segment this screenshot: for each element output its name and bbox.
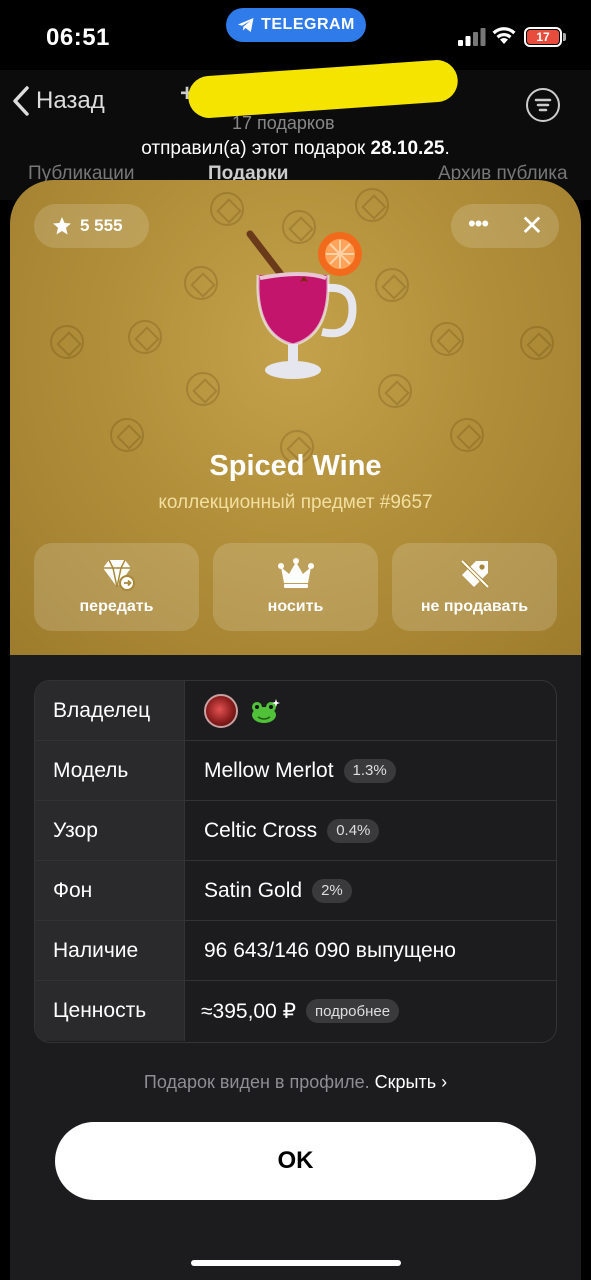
stars-price-pill[interactable]: 5 555 <box>34 204 149 248</box>
battery-icon: 17 <box>524 27 562 47</box>
pattern-celtic-icon <box>50 325 84 359</box>
sent-info: отправил(а) этот подарок 28.10.25. <box>0 138 591 160</box>
status-bar: 06:51 TELEGRAM 17 <box>0 0 591 70</box>
chevron-left-icon <box>13 86 29 116</box>
pattern-value: Celtic Cross <box>204 818 318 842</box>
table-row-background: Фон Satin Gold 2% <box>35 861 556 921</box>
table-row-value: Ценность ≈395,00 ₽ подробнее <box>35 981 556 1041</box>
sent-suffix: . <box>444 138 450 159</box>
pattern-label: Узор <box>35 801 185 860</box>
pattern-celtic-icon <box>378 374 412 408</box>
unlist-label: не продавать <box>420 598 529 615</box>
sent-text: отправил(а) этот подарок <box>141 138 371 159</box>
availability-label: Наличие <box>35 921 185 980</box>
table-row-owner: Владелец <box>35 681 556 741</box>
pattern-celtic-icon <box>520 326 554 360</box>
background-value: Satin Gold <box>204 878 303 902</box>
unlist-tag-icon <box>460 559 489 589</box>
transfer-button[interactable]: передать <box>34 543 199 631</box>
pattern-celtic-icon <box>110 418 144 452</box>
transfer-gem-icon <box>102 559 135 591</box>
table-row-model: Модель Mellow Merlot 1.3% <box>35 741 556 801</box>
more-icon[interactable]: ••• <box>465 213 491 238</box>
telegram-pill[interactable]: TELEGRAM <box>226 8 366 42</box>
stars-value: 5 555 <box>80 216 123 235</box>
sent-date: 28.10.25 <box>370 138 445 159</box>
transfer-label: передать <box>79 598 154 615</box>
frog-emoji-icon <box>252 698 280 723</box>
pattern-value-cell[interactable]: Celtic Cross 0.4% <box>185 801 556 860</box>
filter-lines-icon <box>534 98 552 112</box>
visibility-note-text: Подарок виден в профиле. <box>143 1072 375 1092</box>
gift-title: Spiced Wine <box>209 450 382 482</box>
sheet-top-actions: ••• ✕ <box>451 204 559 248</box>
wear-label: носить <box>267 598 324 615</box>
telegram-icon <box>238 18 254 32</box>
pattern-celtic-icon <box>375 268 409 302</box>
ok-button[interactable]: OK <box>55 1122 536 1200</box>
visibility-note: Подарок виден в профиле. Скрыть › <box>10 1072 581 1093</box>
filter-icon[interactable] <box>526 88 560 122</box>
pattern-celtic-icon <box>128 320 162 354</box>
chevron-right-icon: › <box>441 1072 448 1092</box>
pattern-celtic-icon <box>450 418 484 452</box>
value-amount: ≈395,00 ₽ <box>201 999 296 1023</box>
back-label: Назад <box>36 87 105 114</box>
model-rarity-badge: 1.3% <box>343 758 396 783</box>
unlist-button[interactable]: не продавать <box>392 543 557 631</box>
pattern-celtic-icon <box>186 372 220 406</box>
telegram-pill-label: TELEGRAM <box>261 16 355 33</box>
battery-level: 17 <box>527 30 559 44</box>
star-icon <box>53 217 71 235</box>
pattern-rarity-badge: 0.4% <box>327 818 380 843</box>
model-value: Mellow Merlot <box>204 758 334 782</box>
background-value-cell[interactable]: Satin Gold 2% <box>185 861 556 920</box>
availability-value-cell: 96 643/146 090 выпущено <box>185 921 556 980</box>
details-button[interactable]: подробнее <box>305 999 400 1023</box>
gifts-count: 17 подарков <box>232 113 335 133</box>
back-button[interactable]: Назад <box>12 86 105 116</box>
gift-info-table: Владелец Модель Mellow Merlot 1.3% Узор <box>34 680 557 1043</box>
close-icon[interactable]: ✕ <box>519 212 545 240</box>
owner-value[interactable] <box>185 681 556 740</box>
hide-link-label: Скрыть <box>374 1072 437 1092</box>
gift-sheet: 5 555 ••• ✕ Spiced Wine коллекционный пр… <box>10 180 581 1280</box>
crown-icon <box>277 558 314 588</box>
model-value-cell[interactable]: Mellow Merlot 1.3% <box>185 741 556 800</box>
background-rarity-badge: 2% <box>312 878 352 903</box>
table-row-availability: Наличие 96 643/146 090 выпущено <box>35 921 556 981</box>
owner-avatar[interactable] <box>204 693 238 728</box>
status-time: 06:51 <box>46 24 110 51</box>
hide-link[interactable]: Скрыть › <box>375 1072 447 1092</box>
signal-icon <box>458 28 486 46</box>
home-indicator[interactable] <box>191 1260 401 1266</box>
battery-tip <box>563 33 566 41</box>
wifi-icon <box>492 27 516 44</box>
owner-label: Владелец <box>35 681 185 740</box>
model-label: Модель <box>35 741 185 800</box>
pattern-celtic-icon <box>184 266 218 300</box>
value-value-cell: ≈395,00 ₽ подробнее <box>185 981 556 1041</box>
gift-subtitle: коллекционный предмет #9657 <box>158 492 433 513</box>
table-row-pattern: Узор Celtic Cross 0.4% <box>35 801 556 861</box>
background-label: Фон <box>35 861 185 920</box>
pattern-celtic-icon <box>430 322 464 356</box>
gift-hero: 5 555 ••• ✕ Spiced Wine коллекционный пр… <box>10 180 581 655</box>
availability-value: 96 643/146 090 выпущено <box>204 938 456 962</box>
value-label: Ценность <box>35 981 185 1041</box>
wear-button[interactable]: носить <box>213 543 378 631</box>
spiced-wine-icon <box>246 230 362 379</box>
pattern-celtic-icon <box>355 188 389 222</box>
